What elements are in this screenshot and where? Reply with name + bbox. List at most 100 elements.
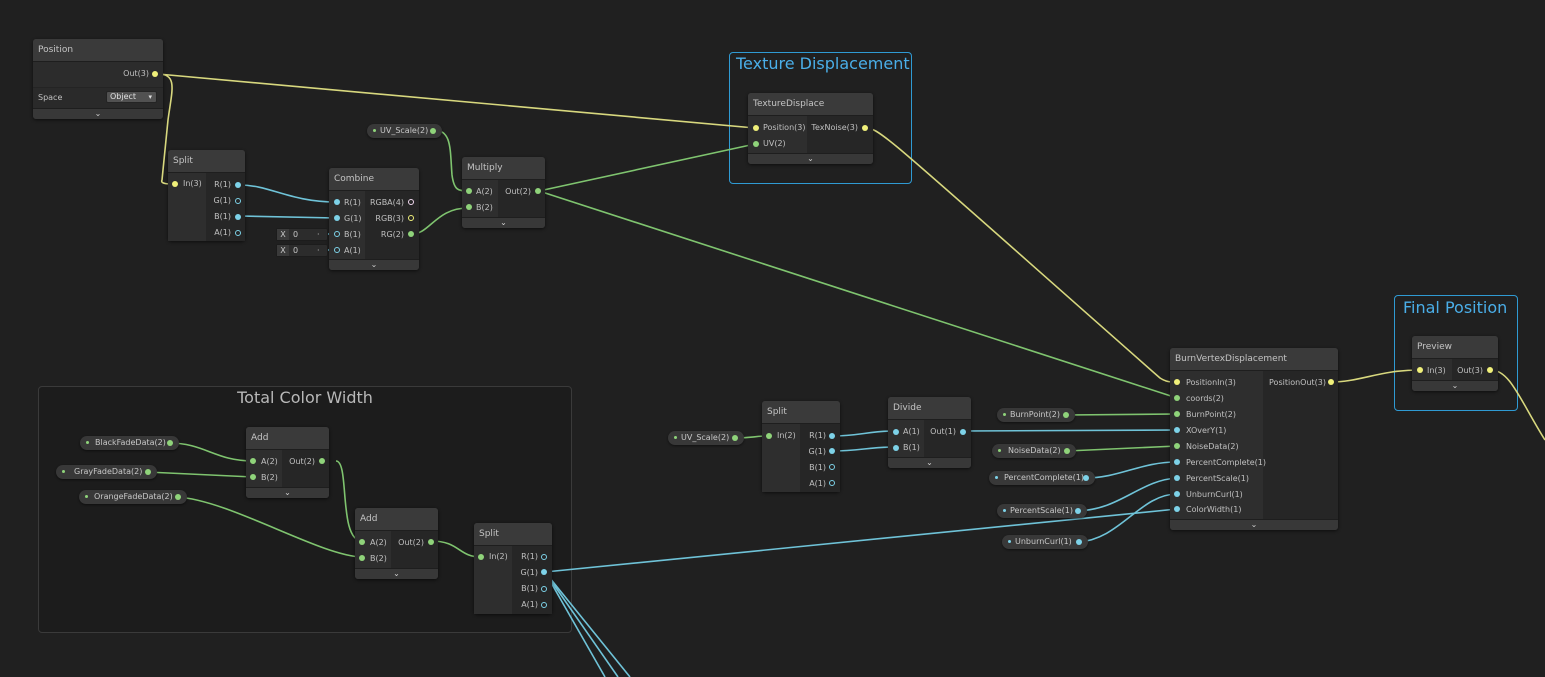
property-out-dot[interactable] [1076, 539, 1082, 545]
port-out-b-dot[interactable] [541, 586, 547, 592]
combine-b-input[interactable]: X 0 · [276, 228, 328, 241]
property-label: UV_Scale(2) [380, 126, 429, 135]
port-out-a-dot[interactable] [829, 480, 835, 486]
port-in-r-dot[interactable] [334, 199, 340, 205]
property-burnpoint[interactable]: BurnPoint(2) [997, 408, 1075, 422]
property-percentscale[interactable]: PercentScale(1) [997, 504, 1087, 518]
port-out-a-dot[interactable] [541, 602, 547, 608]
port-in-noisedata-dot[interactable] [1174, 443, 1180, 449]
property-uv-scale[interactable]: UV_Scale(2) [367, 124, 442, 138]
collapse-button[interactable]: ⌄ [329, 259, 419, 270]
port-out-dot[interactable] [960, 429, 966, 435]
property-out-dot[interactable] [175, 494, 181, 500]
property-out-dot[interactable] [1063, 412, 1069, 418]
node-divide[interactable]: Divide A(1) B(1) Out(1) ⌄ [888, 397, 971, 468]
port-in-percentcomplete-dot[interactable] [1174, 459, 1180, 465]
port-in-a-dot[interactable] [893, 429, 899, 435]
wire-split-r-to-combine-r [239, 184, 337, 203]
port-out-b-dot[interactable] [235, 214, 241, 220]
port-in-noisedata: NoiseData(2) [1186, 442, 1239, 451]
port-in-a-dot[interactable] [334, 247, 340, 253]
port-out-dot[interactable] [1487, 367, 1493, 373]
port-out-dot[interactable] [428, 539, 434, 545]
node-split[interactable]: Split In(3) R(1) G(1) B(1) A(1) [168, 150, 245, 241]
property-noisedata[interactable]: NoiseData(2) [992, 444, 1076, 458]
port-in-coords-dot[interactable] [1174, 395, 1180, 401]
property-orangefadedata[interactable]: OrangeFadeData(2) [79, 490, 187, 504]
collapse-button[interactable]: ⌄ [33, 108, 163, 119]
port-out-r-dot[interactable] [541, 554, 547, 560]
port-in-b-dot[interactable] [250, 474, 256, 480]
property-grayfadedata[interactable]: GrayFadeData(2) [56, 465, 157, 479]
port-in-b-dot[interactable] [893, 445, 899, 451]
property-out-dot[interactable] [1064, 448, 1070, 454]
node-position[interactable]: Position Out(3) Space Object ▾ ⌄ [33, 39, 163, 119]
node-add[interactable]: Add A(2) B(2) Out(2) ⌄ [246, 427, 329, 498]
port-out-rgba-dot[interactable] [408, 199, 414, 205]
node-split[interactable]: Split In(2) R(1) G(1) B(1) A(1) [762, 401, 840, 492]
chevron-down-icon: ⌄ [807, 154, 814, 163]
property-out-dot[interactable] [167, 440, 173, 446]
property-out-dot[interactable] [430, 128, 436, 134]
port-out-r-dot[interactable] [829, 433, 835, 439]
port-in-dot[interactable] [172, 181, 178, 187]
space-dropdown[interactable]: Object ▾ [106, 91, 157, 103]
port-in-dot[interactable] [478, 554, 484, 560]
collapse-button[interactable]: ⌄ [1170, 519, 1338, 530]
port-in-b-dot[interactable] [359, 555, 365, 561]
collapse-button[interactable]: ⌄ [355, 568, 438, 579]
port-out-rgb-dot[interactable] [408, 215, 414, 221]
port-out-texnoise-dot[interactable] [862, 125, 868, 131]
port-out-dot[interactable] [319, 458, 325, 464]
port-in-colorwidth-dot[interactable] [1174, 506, 1180, 512]
port-in-b-dot[interactable] [466, 204, 472, 210]
node-combine[interactable]: Combine R(1) G(1) B(1) A(1) RGBA(4) RGB(… [329, 168, 419, 270]
port-in-uv-dot[interactable] [753, 141, 759, 147]
property-out-dot[interactable] [145, 469, 151, 475]
collapse-button[interactable]: ⌄ [462, 217, 545, 228]
property-blackfadedata[interactable]: BlackFadeData(2) [80, 436, 179, 450]
node-burn-vertex-displacement[interactable]: BurnVertexDisplacement PositionIn(3) coo… [1170, 348, 1338, 530]
port-in-a-dot[interactable] [466, 188, 472, 194]
collapse-button[interactable]: ⌄ [1412, 380, 1498, 391]
property-percentcomplete[interactable]: PercentComplete(1) [989, 471, 1095, 485]
port-in-dot[interactable] [1417, 367, 1423, 373]
port-out-dot[interactable] [152, 71, 158, 77]
port-in-unburncurl-dot[interactable] [1174, 491, 1180, 497]
port-in-b-dot[interactable] [334, 231, 340, 237]
port-in-a-dot[interactable] [359, 539, 365, 545]
node-preview[interactable]: Preview In(3) Out(3) ⌄ [1412, 336, 1498, 391]
port-in-g-dot[interactable] [334, 215, 340, 221]
port-out-b-dot[interactable] [829, 464, 835, 470]
combine-a-input[interactable]: X 0 · [276, 244, 328, 257]
port-out-rg-dot[interactable] [408, 231, 414, 237]
collapse-button[interactable]: ⌄ [888, 457, 971, 468]
node-texture-displace[interactable]: TextureDisplace Position(3) UV(2) TexNoi… [748, 93, 873, 164]
property-out-dot[interactable] [1083, 475, 1089, 481]
property-unburncurl[interactable]: UnburnCurl(1) [1002, 535, 1088, 549]
node-split[interactable]: Split In(2) R(1) G(1) B(1) A(1) [474, 523, 552, 614]
collapse-button[interactable]: ⌄ [246, 487, 329, 498]
collapse-button[interactable]: ⌄ [748, 153, 873, 164]
port-in-position-dot[interactable] [753, 125, 759, 131]
node-multiply[interactable]: Multiply A(2) B(2) Out(2) ⌄ [462, 157, 545, 228]
port-out-g-dot[interactable] [235, 198, 241, 204]
property-uv-scale[interactable]: UV_Scale(2) [668, 431, 744, 445]
chevron-down-icon: ⌄ [926, 458, 933, 467]
port-out-a-dot[interactable] [235, 230, 241, 236]
node-title: BurnVertexDisplacement [1170, 348, 1338, 371]
property-out-dot[interactable] [732, 435, 738, 441]
port-out-g-dot[interactable] [829, 448, 835, 454]
node-add[interactable]: Add A(2) B(2) Out(2) ⌄ [355, 508, 438, 579]
port-out-dot[interactable] [535, 188, 541, 194]
port-out-r-dot[interactable] [235, 182, 241, 188]
port-in-percentscale-dot[interactable] [1174, 475, 1180, 481]
port-in-dot[interactable] [766, 433, 772, 439]
port-in-a-dot[interactable] [250, 458, 256, 464]
port-out-positionout-dot[interactable] [1328, 379, 1334, 385]
port-out-g-dot[interactable] [541, 569, 547, 575]
port-in-xovery-dot[interactable] [1174, 427, 1180, 433]
port-in-positionin-dot[interactable] [1174, 379, 1180, 385]
port-in-burnpoint-dot[interactable] [1174, 411, 1180, 417]
property-out-dot[interactable] [1075, 508, 1081, 514]
